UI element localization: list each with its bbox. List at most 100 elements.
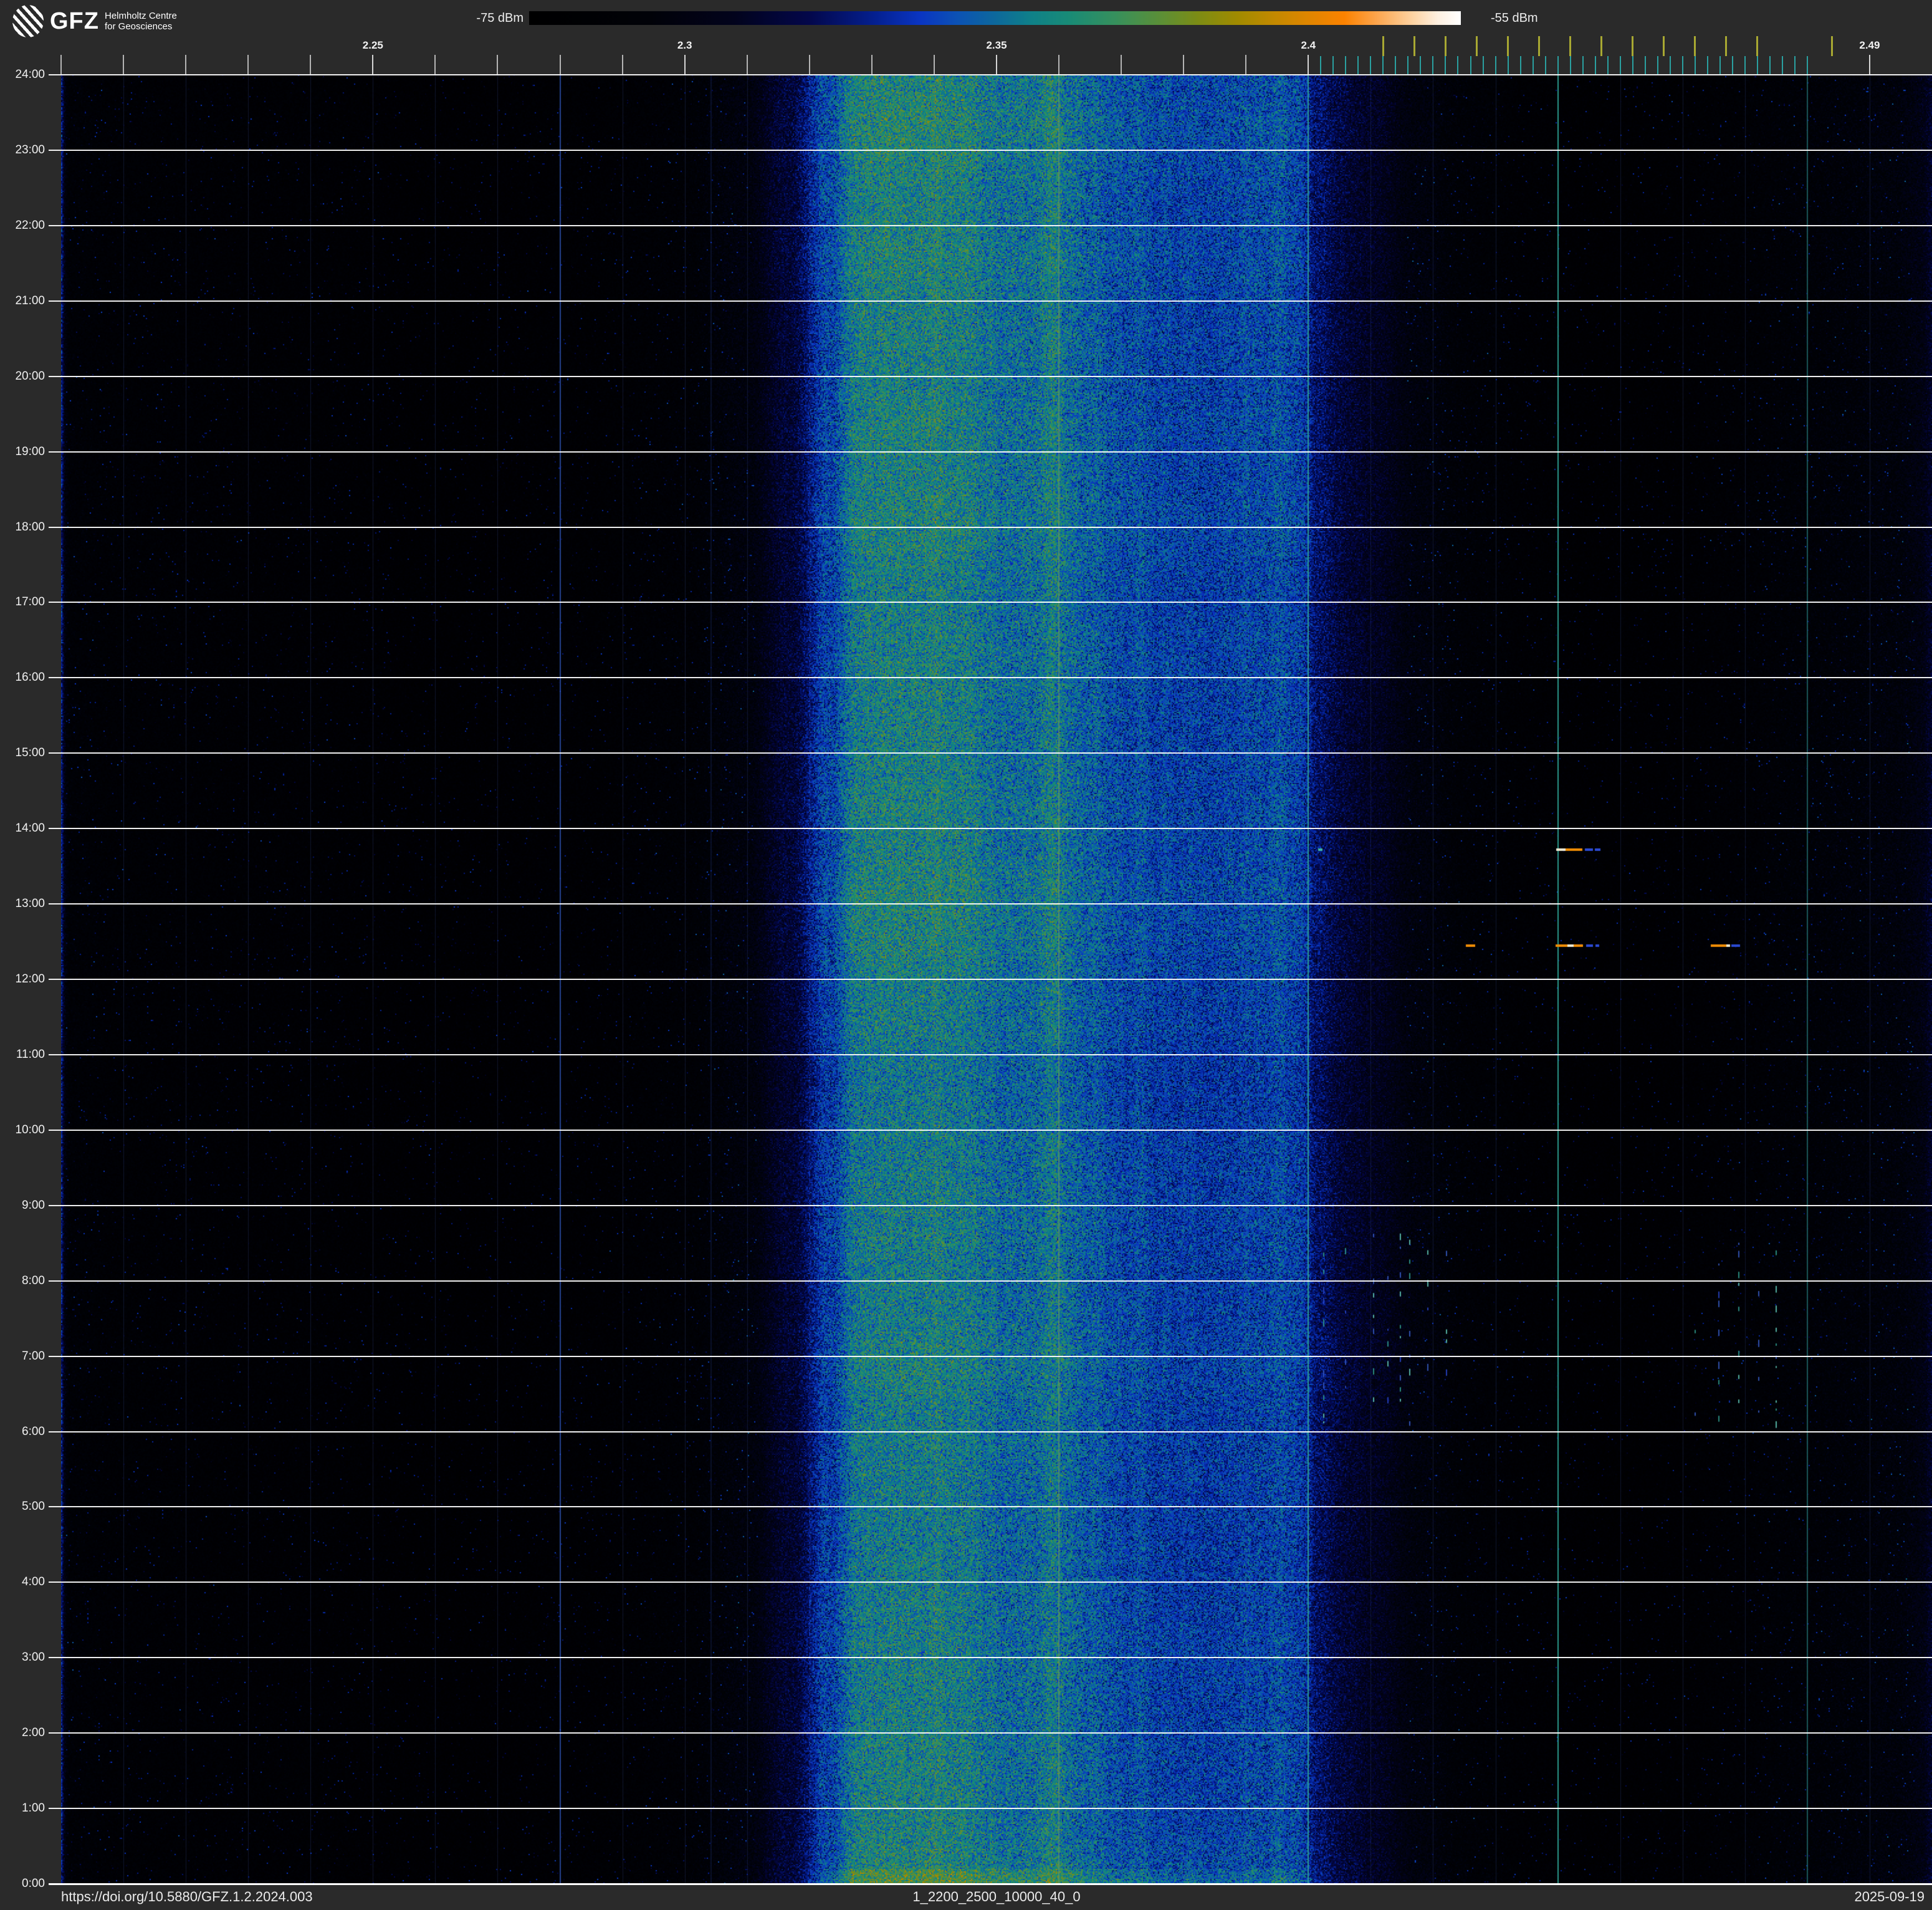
ble-channel-tick	[1519, 56, 1521, 74]
hour-gridline	[49, 74, 1932, 75]
hour-gridline	[49, 224, 1932, 226]
ble-channel-tick	[1794, 56, 1796, 74]
freq-minor-tick	[996, 55, 997, 74]
time-label: 10:00	[15, 1123, 45, 1136]
ble-channel-tick	[1544, 56, 1546, 74]
freq-minor-tick	[1121, 55, 1122, 74]
hour-gridline	[49, 1355, 1932, 1357]
wifi-channel-tick	[1444, 36, 1447, 56]
ble-channel-tick	[1494, 56, 1496, 74]
time-label: 4:00	[22, 1575, 45, 1589]
ble-channel-tick	[1470, 56, 1471, 74]
freq-tick-label: 2.3	[677, 39, 692, 51]
ble-channel-tick	[1370, 56, 1372, 74]
ble-channel-tick	[1507, 56, 1509, 74]
time-label: 12:00	[15, 972, 45, 986]
ble-channel-tick	[1382, 56, 1384, 74]
hour-gridline	[49, 677, 1932, 679]
ble-channel-tick	[1756, 56, 1758, 74]
ble-channel-tick	[1445, 56, 1447, 74]
freq-minor-tick	[871, 55, 873, 74]
wifi-channel-tick	[1756, 36, 1759, 56]
wifi-channel-tick	[1476, 36, 1478, 56]
ble-channel-tick	[1632, 56, 1633, 74]
freq-tick-label: 2.25	[362, 39, 383, 51]
gfz-logo: GFZ Helmholtz Centre for Geosciences	[12, 5, 177, 37]
hour-gridline	[49, 752, 1932, 754]
wifi-channel-tick	[1632, 36, 1634, 56]
time-label: 15:00	[15, 746, 45, 760]
ble-channel-tick	[1582, 56, 1584, 74]
hour-gridline	[49, 1808, 1932, 1810]
hour-gridline	[49, 1581, 1932, 1583]
time-label: 3:00	[22, 1651, 45, 1664]
hour-gridline	[49, 451, 1932, 453]
freq-minor-tick	[434, 55, 436, 74]
time-label: 5:00	[22, 1500, 45, 1514]
hour-gridline	[49, 1204, 1932, 1206]
ble-channel-tick	[1669, 56, 1671, 74]
hour-gridline	[49, 903, 1932, 905]
hour-gridline	[49, 828, 1932, 830]
freq-minor-tick	[1308, 55, 1309, 74]
ble-channel-tick	[1657, 56, 1658, 74]
gfz-subtitle: Helmholtz Centre for Geosciences	[105, 11, 177, 32]
wifi-channel-tick	[1725, 36, 1728, 56]
colorbar-max-label: -55 dBm	[1491, 11, 1538, 25]
ble-channel-tick	[1532, 56, 1534, 74]
colorbar-min-label: -75 dBm	[476, 11, 524, 25]
freq-minor-tick	[497, 55, 499, 74]
dataset-filename: 1_2200_2500_10000_40_0	[912, 1889, 1081, 1904]
ble-channel-tick	[1769, 56, 1771, 74]
freq-tick-label: 2.35	[986, 39, 1007, 51]
wifi-channel-tick	[1600, 36, 1603, 56]
gfz-subtitle-line1: Helmholtz Centre	[104, 11, 177, 21]
hour-gridline	[49, 375, 1932, 377]
freq-minor-tick	[310, 55, 312, 74]
hour-gridline	[49, 1657, 1932, 1659]
ble-channel-tick	[1681, 56, 1683, 74]
gfz-globe-icon	[12, 5, 44, 37]
hour-gridline	[49, 300, 1932, 302]
time-label: 7:00	[22, 1349, 45, 1363]
wifi-channel-tick	[1538, 36, 1541, 56]
time-label: 1:00	[22, 1802, 45, 1815]
time-label: 19:00	[15, 444, 45, 458]
ble-channel-tick	[1332, 56, 1334, 74]
ble-channel-tick	[1557, 56, 1559, 74]
hour-gridline	[49, 526, 1932, 528]
freq-minor-tick	[933, 55, 935, 74]
freq-minor-tick	[1183, 55, 1185, 74]
hour-gridline	[49, 1129, 1932, 1131]
hour-gridline	[49, 602, 1932, 603]
date-label: 2025-09-19	[1854, 1889, 1925, 1904]
ble-channel-tick	[1320, 56, 1322, 74]
time-label: 2:00	[22, 1726, 45, 1740]
wifi-channel-tick	[1413, 36, 1415, 56]
freq-tick-label: 2.4	[1301, 39, 1316, 51]
time-label: 23:00	[15, 143, 45, 156]
ble-channel-tick	[1345, 56, 1347, 74]
time-label: 6:00	[22, 1424, 45, 1438]
time-label: 24:00	[15, 68, 45, 81]
freq-tick-label: 2.49	[1859, 39, 1880, 51]
freq-minor-tick	[372, 55, 374, 74]
hour-gridline	[49, 1053, 1932, 1055]
hour-gridline	[49, 1431, 1932, 1432]
colorbar	[529, 11, 1461, 25]
ble-channel-tick	[1694, 56, 1696, 74]
ble-channel-tick	[1744, 56, 1746, 74]
hour-gridline	[49, 1506, 1932, 1508]
freq-minor-tick	[247, 55, 249, 74]
ble-channel-tick	[1407, 56, 1409, 74]
ble-channel-tick	[1395, 56, 1397, 74]
ble-channel-tick	[1644, 56, 1646, 74]
wifi-channel-tick	[1831, 36, 1834, 56]
freq-minor-tick	[123, 55, 125, 74]
time-label: 11:00	[16, 1047, 45, 1061]
freq-minor-tick	[1245, 55, 1247, 74]
wifi-channel-tick	[1663, 36, 1665, 56]
gfz-subtitle-line2: for Geosciences	[104, 21, 173, 32]
freq-minor-tick	[684, 55, 686, 74]
freq-minor-tick	[746, 55, 748, 74]
